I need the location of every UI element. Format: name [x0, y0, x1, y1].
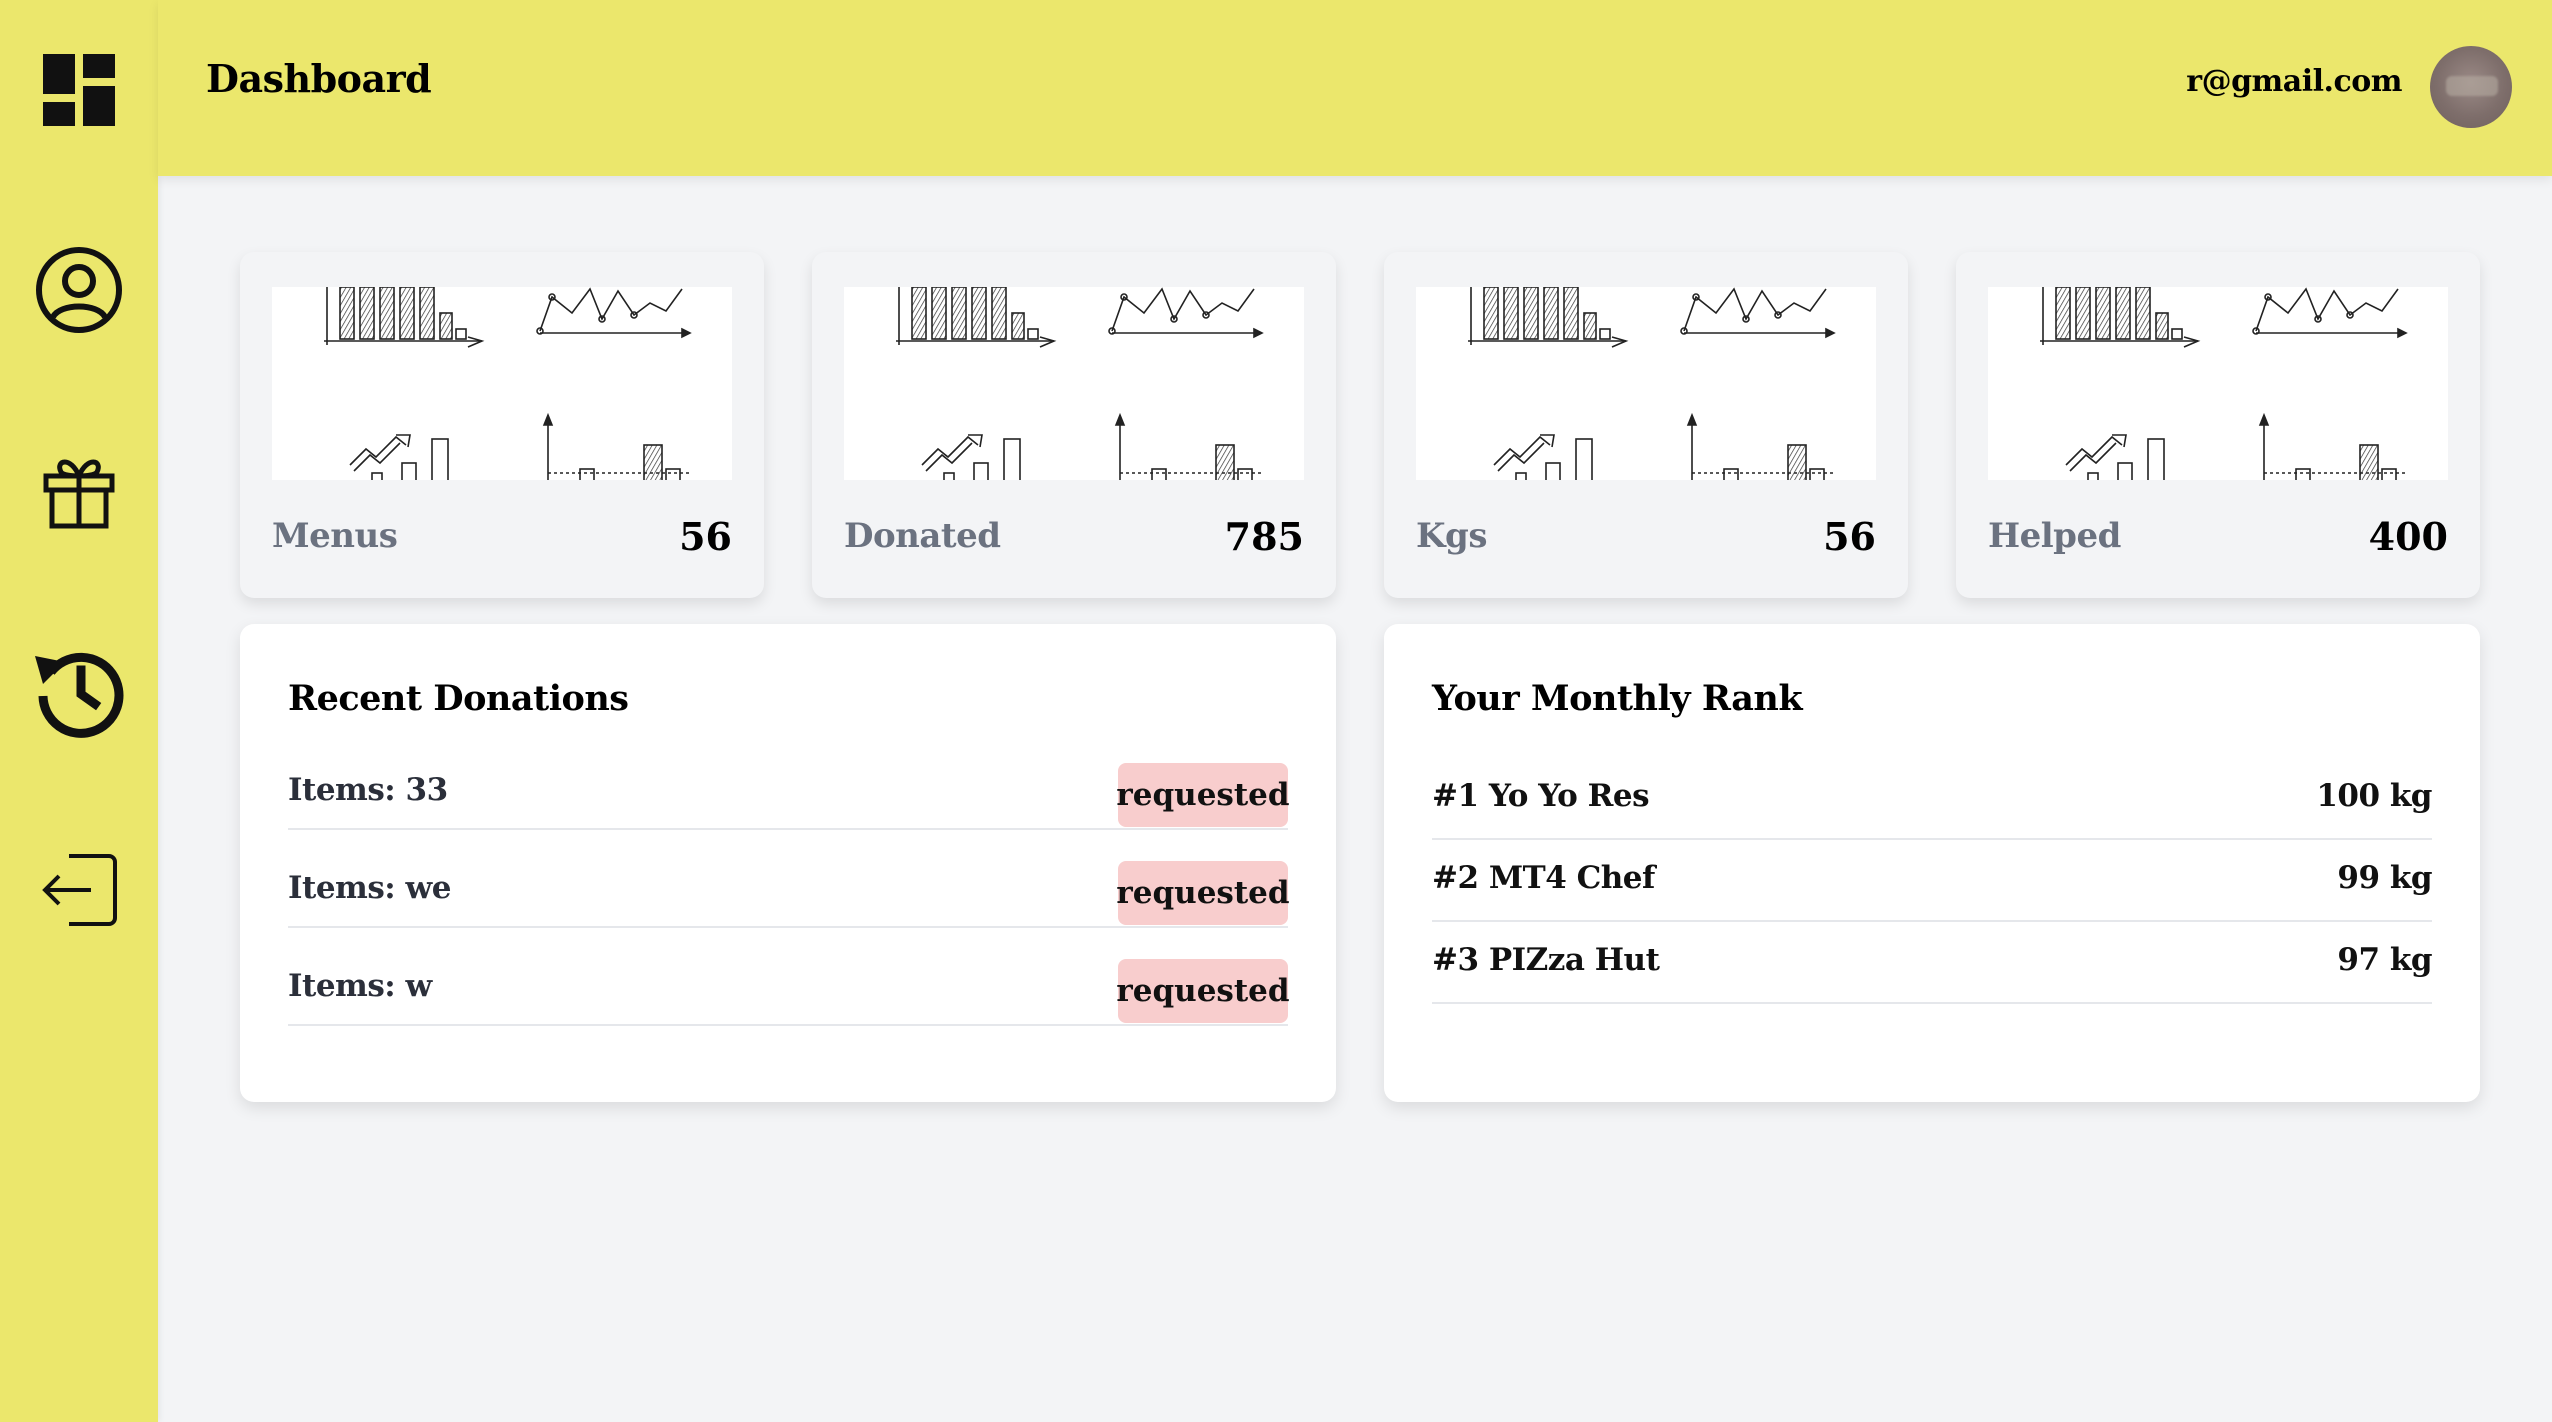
stats-illustration: [1988, 287, 2448, 480]
list-item: #2 MT4 Chef 99 kg: [1432, 840, 2432, 922]
logout-icon[interactable]: [29, 840, 129, 940]
stat-value: 400: [2368, 514, 2448, 559]
stat-value: 56: [1823, 514, 1876, 559]
rank-name: #1 Yo Yo Res: [1432, 778, 1650, 814]
stat-value: 56: [679, 514, 732, 559]
donation-items: Items: w: [288, 968, 432, 1004]
user-email[interactable]: r@gmail.com: [2186, 64, 2402, 99]
stat-value: 785: [1224, 514, 1304, 559]
panel-title: Recent Donations: [288, 678, 629, 719]
stat-card-menus: Menus 56: [240, 252, 764, 598]
avatar[interactable]: [2430, 46, 2512, 128]
donation-items: Items: we: [288, 870, 451, 906]
stats-illustration: [272, 287, 732, 480]
rank-name: #2 MT4 Chef: [1432, 860, 1655, 896]
stat-card-helped: Helped 400: [1956, 252, 2480, 598]
stat-card-donated: Donated 785: [812, 252, 1336, 598]
page-title: Dashboard: [206, 56, 432, 101]
rank-name: #3 PIZza Hut: [1432, 942, 1660, 978]
donation-items: Items: 33: [288, 772, 448, 808]
list-item[interactable]: Items: w requested: [288, 944, 1290, 1026]
panel-title: Your Monthly Rank: [1432, 678, 1803, 719]
stat-label: Donated: [844, 516, 1001, 556]
list-item: #3 PIZza Hut 97 kg: [1432, 922, 2432, 1004]
status-badge[interactable]: requested: [1116, 861, 1290, 925]
sidebar: [0, 0, 158, 1422]
list-item[interactable]: Items: we requested: [288, 846, 1290, 928]
history-icon[interactable]: [29, 640, 129, 740]
status-badge[interactable]: requested: [1116, 763, 1290, 827]
dashboard-icon[interactable]: [29, 40, 129, 140]
stats-illustration: [1416, 287, 1876, 480]
gift-icon[interactable]: [29, 440, 129, 540]
stat-card-kgs: Kgs 56: [1384, 252, 1908, 598]
stat-label: Menus: [272, 516, 398, 556]
top-header: Dashboard r@gmail.com: [158, 0, 2552, 176]
stat-label: Kgs: [1416, 516, 1487, 556]
status-badge[interactable]: requested: [1116, 959, 1290, 1023]
list-item: #1 Yo Yo Res 100 kg: [1432, 758, 2432, 840]
profile-icon[interactable]: [29, 240, 129, 340]
stats-illustration: [844, 287, 1304, 480]
monthly-rank-panel: Your Monthly Rank #1 Yo Yo Res 100 kg #2…: [1384, 624, 2480, 1102]
rank-value: 100 kg: [2316, 778, 2432, 814]
list-item[interactable]: Items: 33 requested: [288, 748, 1290, 830]
rank-value: 99 kg: [2337, 860, 2432, 896]
rank-value: 97 kg: [2337, 942, 2432, 978]
stat-label: Helped: [1988, 516, 2121, 556]
recent-donations-panel: Recent Donations Items: 33 requested Ite…: [240, 624, 1336, 1102]
